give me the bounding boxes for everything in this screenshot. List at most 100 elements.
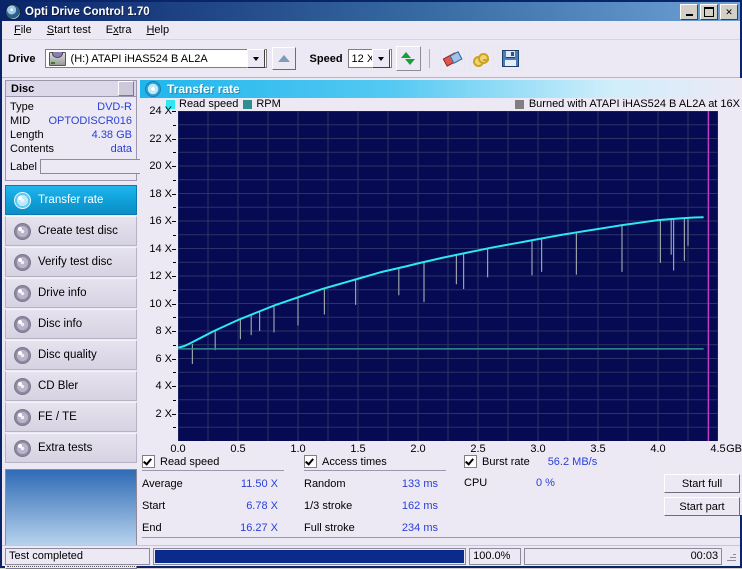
refresh-button[interactable] — [395, 46, 421, 71]
transfer-rate-header-icon — [145, 81, 161, 97]
sidebar-item-label: CD Bler — [38, 380, 79, 392]
access-times-checkbox[interactable] — [304, 455, 317, 468]
stats-panel: Read speed Average 11.50 X Start 6.78 X … — [142, 454, 740, 538]
keys-button[interactable] — [468, 46, 494, 71]
cpu-value: 0 % — [536, 476, 555, 489]
y-tick-mark — [172, 358, 176, 360]
drive-chevron-down-icon[interactable] — [246, 49, 265, 68]
status-bar: Test completed 100.0% 00:03 — [2, 545, 740, 566]
sidebar-item-cd-bler[interactable]: CD Bler — [5, 371, 137, 401]
access-times-checkbox-row[interactable]: Access times — [304, 454, 446, 471]
sidebar-item-label: Create test disc — [38, 225, 118, 237]
y-minor-tick-mark — [173, 344, 176, 346]
elapsed-time: 00:03 — [523, 547, 723, 565]
disc-info-icon — [14, 315, 31, 333]
sidebar-item-create-test-disc[interactable]: Create test disc — [5, 216, 137, 246]
menu-help[interactable]: Help — [139, 22, 176, 38]
menu-file[interactable]: File — [7, 22, 39, 38]
cd-bler-icon — [14, 377, 31, 395]
disc-contents-value: data — [110, 143, 132, 155]
y-tick-mark — [172, 166, 176, 167]
sidebar-item-label: Transfer rate — [38, 194, 104, 206]
eject-button[interactable] — [271, 47, 296, 70]
y-minor-tick-mark — [173, 399, 176, 401]
disc-panel-body: Type DVD-R MID OPTODISCR016 Length 4.38 … — [5, 97, 211, 181]
y-tick-label: 4 X — [155, 380, 172, 392]
maximize-button[interactable] — [700, 4, 718, 20]
legend-rpm: RPM — [243, 98, 281, 110]
full-stroke-label: Full stroke — [304, 521, 355, 534]
y-tick-mark — [172, 303, 176, 305]
drive-select-value: (H:) ATAPI iHAS524 B AL2A — [70, 52, 208, 65]
refresh-icon — [400, 51, 416, 66]
y-minor-tick-mark — [173, 427, 176, 429]
burst-rate-value: 56.2 MB/s — [547, 455, 598, 468]
stat-row-full-stroke: Full stroke 234 ms — [304, 518, 464, 537]
sidebar-item-transfer-rate[interactable]: Transfer rate — [5, 185, 137, 215]
minimize-button[interactable] — [680, 4, 698, 20]
y-tick-label: 12 X — [149, 270, 172, 282]
stat-row-start: Start 6.78 X — [142, 496, 304, 515]
verify-test-disc-icon — [14, 253, 31, 271]
action-buttons: Start full Start part — [664, 474, 740, 516]
start-full-button[interactable]: Start full — [664, 474, 740, 493]
chart-svg — [177, 110, 719, 441]
close-button[interactable]: ✕ — [720, 4, 738, 20]
disc-quality-icon — [14, 346, 31, 364]
chart-panel-title: Transfer rate — [167, 82, 240, 96]
resize-grip[interactable] — [725, 550, 737, 562]
drive-label: Drive — [8, 52, 36, 65]
erase-button[interactable] — [439, 46, 465, 71]
y-tick-label: 10 X — [149, 297, 172, 310]
sidebar-item-label: Extra tests — [38, 442, 93, 454]
random-label: Random — [304, 477, 346, 490]
toolbar: Drive (H:) ATAPI iHAS524 B AL2A Speed 12… — [2, 40, 740, 78]
burn-info: Burned with ATAPI iHAS524 B AL2A at 16X — [514, 98, 740, 110]
eraser-icon — [442, 51, 463, 67]
y-tick-label: 16 X — [149, 215, 172, 227]
disc-row-mid: MID OPTODISCR016 — [10, 114, 132, 128]
disc-panel-collapse-button[interactable] — [118, 81, 134, 96]
sidebar-item-drive-info[interactable]: Drive info — [5, 278, 137, 308]
read-speed-checkbox[interactable] — [142, 455, 155, 468]
legend-swatch-rpm — [243, 99, 253, 109]
y-tick-mark — [172, 276, 176, 277]
disc-row-length: Length 4.38 GB — [10, 128, 132, 142]
disc-mid-label: MID — [10, 115, 31, 127]
app-window: Opti Drive Control 1.70 ✕ File Start tes… — [0, 0, 742, 569]
stats-divider — [142, 537, 740, 538]
y-tick-label: 24 X — [149, 105, 172, 117]
menu-extra[interactable]: Extra — [99, 22, 139, 38]
cpu-label: CPU — [464, 476, 488, 489]
disc-length-label: Length — [10, 129, 44, 141]
save-button[interactable] — [497, 46, 523, 71]
burst-rate-checkbox-label: Burst rate — [482, 455, 530, 468]
chart-y-axis: 2 X 4 X 6 X 8 X 10 X 12 X 14 X 16 X 18 X 20 X 22 X… — [142, 105, 176, 441]
sidebar-item-verify-test-disc[interactable]: Verify test disc — [5, 247, 137, 277]
stat-row-average: Average 11.50 X — [142, 474, 304, 493]
status-preview-pane — [5, 469, 137, 549]
sidebar-item-label: Verify test disc — [38, 256, 113, 268]
sidebar-item-fe-te[interactable]: FE / TE — [5, 402, 137, 432]
average-label: Average — [142, 477, 183, 490]
full-stroke-value: 234 ms — [401, 521, 438, 534]
y-minor-tick-mark — [173, 152, 176, 154]
toolbar-divider — [428, 49, 430, 68]
speed-select[interactable]: 12 X — [347, 49, 392, 68]
read-speed-checkbox-row[interactable]: Read speed — [142, 454, 284, 471]
title-bar: Opti Drive Control 1.70 ✕ — [2, 2, 740, 21]
sidebar-item-label: Disc info — [38, 318, 83, 330]
sidebar-item-disc-quality[interactable]: Disc quality — [5, 340, 137, 370]
speed-chevron-down-icon[interactable] — [371, 49, 390, 68]
start-part-button[interactable]: Start part — [664, 497, 740, 516]
sidebar-item-disc-info[interactable]: Disc info — [5, 309, 137, 339]
legend-label-read-speed: Read speed — [179, 98, 239, 110]
burst-rate-checkbox[interactable] — [464, 455, 477, 468]
start-value: 6.78 X — [246, 499, 278, 512]
read-speed-checkbox-label: Read speed — [160, 455, 220, 468]
drive-select[interactable]: (H:) ATAPI iHAS524 B AL2A — [44, 49, 267, 68]
access-times-checkbox-label: Access times — [322, 455, 387, 468]
burst-rate-checkbox-row[interactable]: Burst rate 56.2 MB/s — [464, 454, 634, 470]
menu-start-test[interactable]: Start test — [40, 22, 98, 38]
sidebar-item-extra-tests[interactable]: Extra tests — [5, 433, 137, 463]
